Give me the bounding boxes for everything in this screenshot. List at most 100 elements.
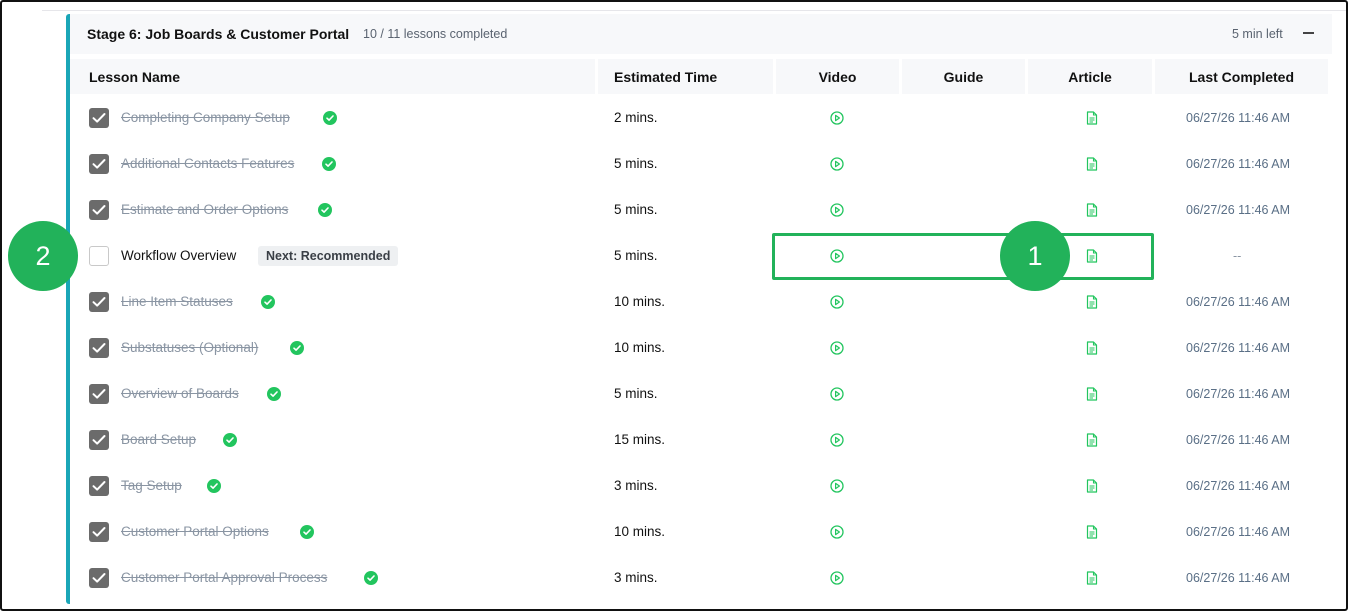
lesson-name[interactable]: Substatuses (Optional) xyxy=(121,340,258,355)
estimated-time: 3 mins. xyxy=(614,570,658,585)
last-completed: 06/27/26 11:46 AM xyxy=(1186,203,1291,217)
lesson-name[interactable]: Additional Contacts Features xyxy=(121,156,294,171)
lesson-row[interactable]: Line Item Statuses 10 mins. 06/27/26 11:46… xyxy=(70,279,1332,325)
document-icon[interactable] xyxy=(1086,479,1098,493)
lesson-name[interactable]: Line Item Statuses xyxy=(121,294,233,309)
document-icon[interactable] xyxy=(1086,341,1098,355)
play-circle-icon[interactable] xyxy=(830,111,844,125)
estimated-time: 2 mins. xyxy=(614,110,658,125)
check-circle-icon xyxy=(318,203,332,217)
lesson-row[interactable]: Customer Portal Options 10 mins. 06/27/26 … xyxy=(70,509,1332,555)
last-completed: 06/27/26 11:46 AM xyxy=(1186,571,1291,585)
estimated-time: 3 mins. xyxy=(614,478,658,493)
lesson-row[interactable]: Estimate and Order Options 5 mins. 06/27/2… xyxy=(70,187,1332,233)
checkbox-icon[interactable] xyxy=(89,568,109,588)
estimated-time: 10 mins. xyxy=(614,524,666,539)
play-circle-icon[interactable] xyxy=(830,387,844,401)
minus-icon[interactable] xyxy=(1300,23,1316,43)
document-icon[interactable] xyxy=(1086,295,1098,309)
play-circle-icon[interactable] xyxy=(830,157,844,171)
column-article[interactable]: Article xyxy=(1028,59,1152,94)
annotation-highlight-box xyxy=(772,233,1154,280)
stage-card: Stage 6: Job Boards & Customer Portal 10… xyxy=(66,14,1332,604)
stage-progress: 10 / 11 lessons completed xyxy=(363,27,508,41)
checkbox-icon[interactable] xyxy=(89,154,109,174)
last-completed: 06/27/26 11:46 AM xyxy=(1186,525,1291,539)
play-circle-icon[interactable] xyxy=(830,479,844,493)
column-lesson-name[interactable]: Lesson Name xyxy=(70,59,595,94)
lesson-name[interactable]: Board Setup xyxy=(121,432,196,447)
lesson-name[interactable]: Completing Company Setup xyxy=(121,110,290,125)
estimated-time: 5 mins. xyxy=(614,386,658,401)
document-icon[interactable] xyxy=(1086,111,1098,125)
estimated-time: 15 mins. xyxy=(614,432,666,447)
stage-header: Stage 6: Job Boards & Customer Portal 10… xyxy=(70,14,1332,54)
lesson-name[interactable]: Estimate and Order Options xyxy=(121,202,288,217)
lesson-row[interactable]: Tag Setup 3 mins. 06/27/26 11:46 AM xyxy=(70,463,1332,509)
last-completed: 06/27/26 11:46 AM xyxy=(1186,479,1291,493)
lesson-name[interactable]: Overview of Boards xyxy=(121,386,239,401)
last-completed: -- xyxy=(1233,249,1242,263)
column-estimated-time[interactable]: Estimated Time xyxy=(598,59,773,94)
lesson-row[interactable]: Additional Contacts Features 5 mins. 06/27… xyxy=(70,141,1332,187)
last-completed: 06/27/26 11:46 AM xyxy=(1186,295,1291,309)
column-guide[interactable]: Guide xyxy=(902,59,1025,94)
lesson-name[interactable]: Tag Setup xyxy=(121,478,182,493)
annotation-marker-1: 1 xyxy=(1000,221,1070,291)
check-circle-icon xyxy=(207,479,221,493)
checkbox-icon[interactable] xyxy=(89,292,109,312)
play-circle-icon[interactable] xyxy=(830,295,844,309)
divider xyxy=(42,10,1346,11)
lesson-row[interactable]: Board Setup 15 mins. 06/27/26 11:46 AM xyxy=(70,417,1332,463)
check-circle-icon xyxy=(364,571,378,585)
document-icon[interactable] xyxy=(1086,525,1098,539)
check-circle-icon xyxy=(322,157,336,171)
document-icon[interactable] xyxy=(1086,203,1098,217)
checkbox-icon[interactable] xyxy=(89,108,109,128)
checkbox-icon[interactable] xyxy=(89,200,109,220)
checkbox-icon[interactable] xyxy=(89,476,109,496)
document-icon[interactable] xyxy=(1086,571,1098,585)
check-circle-icon xyxy=(261,295,275,309)
play-circle-icon[interactable] xyxy=(830,525,844,539)
estimated-time: 10 mins. xyxy=(614,294,666,309)
document-icon[interactable] xyxy=(1086,433,1098,447)
stage-time-left: 5 min left xyxy=(1232,27,1283,41)
last-completed: 06/27/26 11:46 AM xyxy=(1186,111,1291,125)
estimated-time: 10 mins. xyxy=(614,340,666,355)
lesson-row[interactable]: Completing Company Setup 2 mins. 06/27/26 … xyxy=(70,95,1332,141)
stage-title: Stage 6: Job Boards & Customer Portal xyxy=(87,26,350,42)
last-completed: 06/27/26 11:46 AM xyxy=(1186,433,1291,447)
play-circle-icon[interactable] xyxy=(830,341,844,355)
play-circle-icon[interactable] xyxy=(830,433,844,447)
lesson-row[interactable]: Overview of Boards 5 mins. 06/27/26 11:46 … xyxy=(70,371,1332,417)
column-video[interactable]: Video xyxy=(776,59,899,94)
lesson-row[interactable]: Substatuses (Optional) 10 mins. 06/27/26 1… xyxy=(70,325,1332,371)
screenshot-frame: Stage 6: Job Boards & Customer Portal 10… xyxy=(0,0,1348,611)
next-recommended-badge: Next: Recommended xyxy=(258,246,399,266)
document-icon[interactable] xyxy=(1086,387,1098,401)
column-last-completed[interactable]: Last Completed xyxy=(1155,59,1328,94)
last-completed: 06/27/26 11:46 AM xyxy=(1186,341,1291,355)
lesson-name[interactable]: Customer Portal Approval Process xyxy=(121,570,327,585)
last-completed: 06/27/26 11:46 AM xyxy=(1186,387,1291,401)
lesson-row[interactable]: Customer Portal Approval Process 3 mins. 0… xyxy=(70,555,1332,601)
document-icon[interactable] xyxy=(1086,157,1098,171)
estimated-time: 5 mins. xyxy=(614,248,658,263)
checkbox-icon[interactable] xyxy=(89,338,109,358)
lesson-name[interactable]: Customer Portal Options xyxy=(121,524,269,539)
checkbox-icon[interactable] xyxy=(89,430,109,450)
estimated-time: 5 mins. xyxy=(614,156,658,171)
play-circle-icon[interactable] xyxy=(830,203,844,217)
check-circle-icon xyxy=(267,387,281,401)
checkbox-icon[interactable] xyxy=(89,522,109,542)
annotation-marker-2: 2 xyxy=(8,221,78,291)
check-circle-icon xyxy=(300,525,314,539)
estimated-time: 5 mins. xyxy=(614,202,658,217)
play-circle-icon[interactable] xyxy=(830,571,844,585)
checkbox-icon[interactable] xyxy=(89,246,109,266)
checkbox-icon[interactable] xyxy=(89,384,109,404)
check-circle-icon xyxy=(323,111,337,125)
check-circle-icon xyxy=(290,341,304,355)
lesson-name[interactable]: Workflow Overview xyxy=(121,248,236,263)
